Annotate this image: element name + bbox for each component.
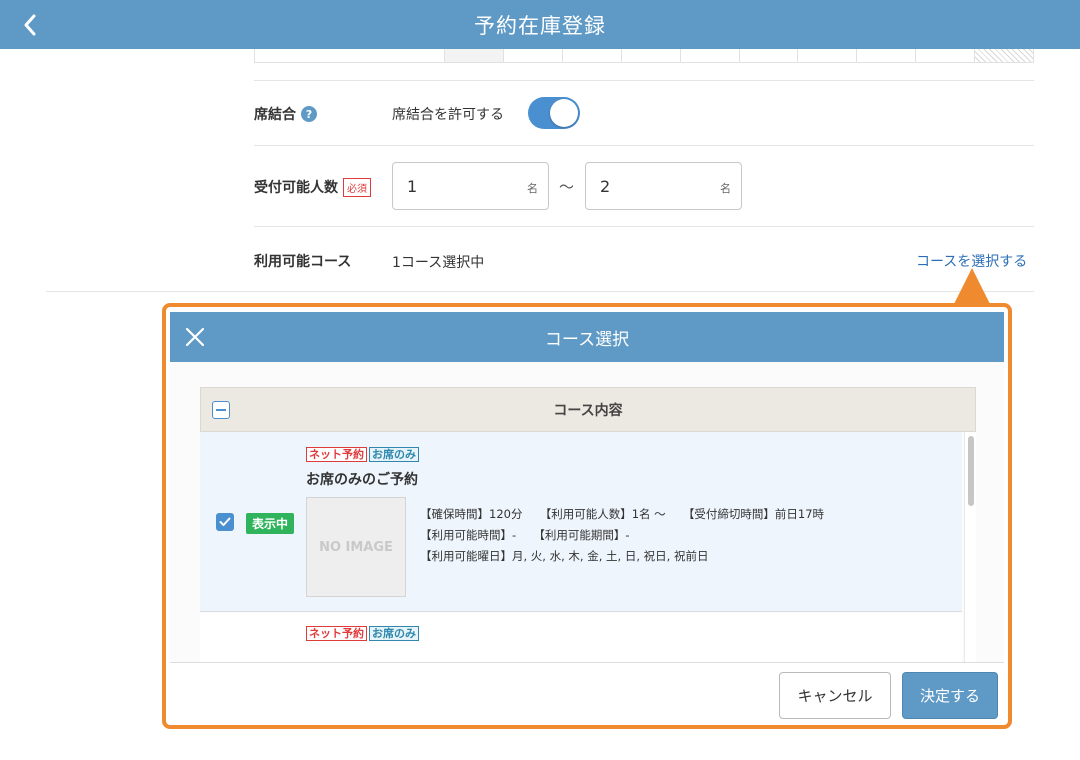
page-title: 予約在庫登録: [474, 13, 606, 38]
course-image-placeholder: NO IMAGE: [306, 497, 406, 597]
course-detail-line: 【利用可能時間】- 【利用可能期間】-: [420, 528, 630, 542]
cancel-button[interactable]: キャンセル: [779, 672, 891, 719]
stock-cell: [856, 49, 916, 62]
range-separator: 〜: [559, 178, 575, 196]
scrollbar[interactable]: [964, 432, 976, 662]
unit-label: 名: [527, 182, 538, 195]
modal-footer: キャンセル 決定する: [170, 662, 1004, 725]
stock-cell: [561, 49, 621, 62]
stock-cell: [444, 49, 503, 62]
table-header: コース内容: [200, 387, 976, 432]
course-select-modal: コース選択 コース内容 表示中 ネット予約 お席のみ お席のみのご予約 NO I…: [162, 303, 1012, 729]
toggle-knob: [550, 99, 578, 127]
app-header: 予約在庫登録: [0, 0, 1080, 49]
stock-cell-disabled: [974, 49, 1034, 62]
modal-header: コース選択: [170, 312, 1004, 362]
course-name: お席のみのご予約: [306, 472, 418, 488]
stock-grid: [254, 49, 1034, 63]
chevron-left-icon: [24, 14, 36, 36]
max-capacity-value: 2: [600, 177, 611, 196]
close-button[interactable]: [180, 322, 210, 352]
stock-cell: [679, 49, 739, 62]
scrollbar-thumb[interactable]: [968, 436, 974, 506]
confirm-button[interactable]: 決定する: [902, 672, 998, 719]
course-label: 利用可能コース: [254, 254, 352, 270]
column-header: コース内容: [553, 402, 623, 419]
min-capacity-input[interactable]: 1 名: [392, 162, 549, 210]
checkmark-icon: [219, 517, 231, 526]
close-icon: [185, 327, 205, 347]
modal-title: コース選択: [544, 329, 630, 350]
course-detail-line: 【確保時間】120分 【利用可能人数】1名 〜 【受付締切時間】前日17時: [420, 507, 825, 521]
table-row[interactable]: 表示中 ネット予約 お席のみ お席のみのご予約 NO IMAGE 【確保時間】1…: [200, 432, 962, 612]
back-button[interactable]: [14, 10, 46, 40]
status-badge: 表示中: [246, 513, 295, 534]
seat-join-label-text: 席結合: [254, 107, 296, 123]
tag-list: ネット予約 お席のみ: [306, 447, 419, 462]
stock-cell: [620, 49, 680, 62]
select-all-checkbox[interactable]: [212, 401, 230, 419]
capacity-label-text: 受付可能人数: [254, 180, 338, 196]
divider: [254, 226, 1034, 227]
net-reservation-tag: ネット予約: [306, 447, 367, 462]
tag-list: ネット予約 お席のみ: [306, 626, 419, 641]
divider: [46, 291, 1034, 292]
stock-cell: [797, 49, 857, 62]
stock-cell: [255, 49, 444, 62]
required-badge: 必須: [343, 177, 371, 197]
unit-label: 名: [720, 182, 731, 195]
stock-cell: [502, 49, 562, 62]
divider: [254, 145, 1034, 146]
net-reservation-tag: ネット予約: [306, 626, 367, 641]
seat-only-tag: お席のみ: [369, 626, 419, 641]
table-row[interactable]: ネット予約 お席のみ: [200, 613, 962, 662]
stock-cell: [915, 49, 975, 62]
seat-only-tag: お席のみ: [369, 447, 419, 462]
help-icon[interactable]: ?: [301, 106, 317, 122]
row-checkbox[interactable]: [216, 513, 234, 531]
seat-join-toggle[interactable]: [528, 97, 580, 129]
min-capacity-value: 1: [407, 177, 418, 196]
modal-pointer: [954, 268, 990, 304]
stock-cell: [738, 49, 798, 62]
course-detail-line: 【利用可能曜日】月, 火, 水, 木, 金, 土, 日, 祝日, 祝前日: [420, 549, 709, 563]
max-capacity-input[interactable]: 2 名: [585, 162, 742, 210]
capacity-label: 受付可能人数 必須: [254, 177, 371, 197]
seat-join-label: 席結合 ?: [254, 104, 317, 124]
modal-body: コース内容 表示中 ネット予約 お席のみ お席のみのご予約 NO IMAGE 【…: [170, 362, 1004, 662]
course-status: 1コース選択中: [392, 255, 485, 271]
seat-join-text: 席結合を許可する: [392, 107, 504, 123]
divider: [254, 80, 1034, 81]
